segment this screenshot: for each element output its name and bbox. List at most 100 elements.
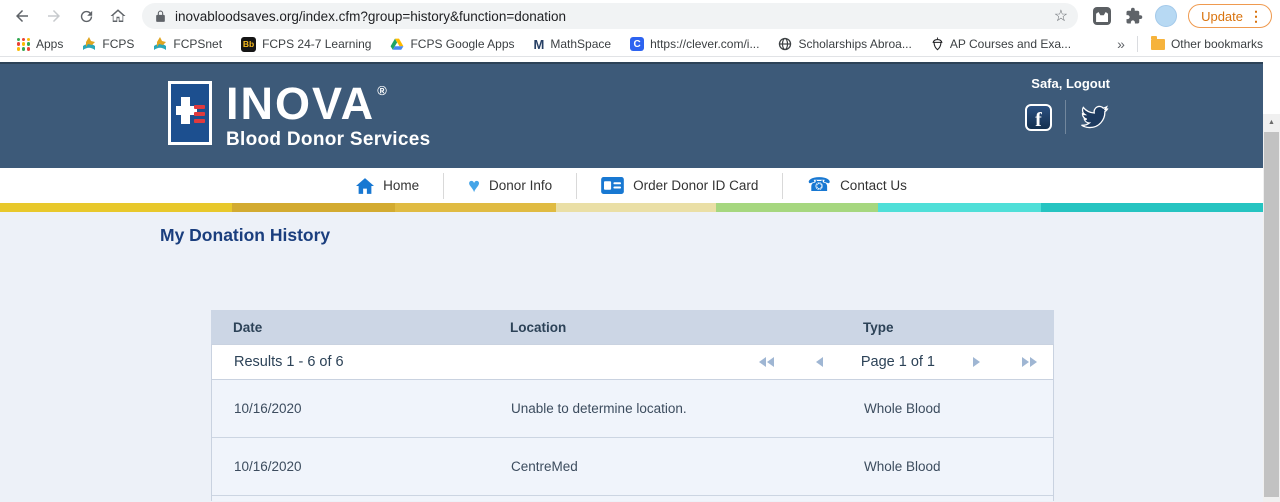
- stripe-segment: [555, 203, 717, 212]
- table-header-row: Date Location Type: [211, 310, 1054, 344]
- puzzle-icon: [1126, 7, 1143, 24]
- inova-logo-mark: [168, 81, 212, 145]
- fcps-icon: [83, 37, 96, 50]
- bookmark-mathspace[interactable]: M MathSpace: [529, 37, 617, 52]
- browser-toolbar: inovabloodsaves.org/index.cfm?group=hist…: [0, 0, 1280, 32]
- stripe-segment: [716, 203, 879, 212]
- bookmarks-bar: Apps FCPS FCPSnet Bb FCPS 24-7 Learning …: [0, 32, 1280, 57]
- home-icon: [110, 9, 126, 22]
- folder-icon: [1150, 35, 1165, 50]
- forward-button[interactable]: [40, 2, 68, 30]
- table-row: 10/16/2020 CentreMed Whole Blood: [212, 438, 1053, 496]
- page-viewport: INOVA ® Blood Donor Services Safa, Logou…: [0, 57, 1280, 502]
- clever-icon: C: [630, 37, 645, 51]
- stripe-segment: [231, 203, 395, 212]
- stripe-segment: [394, 203, 556, 212]
- first-page-button[interactable]: [755, 353, 778, 371]
- mathspace-icon: M: [533, 36, 545, 52]
- profile-button[interactable]: [1152, 2, 1180, 30]
- page-title: My Donation History: [160, 225, 331, 245]
- browser-menu-icon[interactable]: ⋮: [1249, 8, 1263, 25]
- page-indicator: Page 1 of 1: [860, 354, 935, 370]
- reload-button[interactable]: [72, 2, 100, 30]
- social-divider: [1065, 100, 1066, 134]
- extensions-button[interactable]: [1120, 2, 1148, 30]
- bookmark-google-apps[interactable]: FCPS Google Apps: [385, 37, 519, 51]
- cat-extension-icon: [1093, 7, 1112, 25]
- results-count: Results 1 - 6 of 6: [234, 354, 344, 370]
- column-header-location: Location: [510, 319, 567, 335]
- site-nav: Home ♥ Donor Info Order Donor ID Card ☎ …: [0, 168, 1263, 203]
- facebook-icon[interactable]: f: [1025, 103, 1052, 131]
- page-content: My Donation History Date Location Type R…: [0, 212, 1263, 502]
- cell-date: 10/16/2020: [234, 459, 302, 474]
- home-button[interactable]: [104, 2, 132, 30]
- phone-icon: ☎: [807, 175, 832, 196]
- accent-stripe: [0, 203, 1263, 212]
- cell-location: CentreMed: [511, 459, 578, 474]
- bookmark-ap-courses[interactable]: AP Courses and Exa...: [926, 37, 1076, 51]
- apps-grid-icon: [17, 37, 30, 51]
- bookmark-fcps-247[interactable]: Bb FCPS 24-7 Learning: [236, 36, 376, 52]
- heart-icon: ♥: [468, 174, 481, 197]
- update-label: Update: [1201, 8, 1243, 24]
- cell-date: 10/16/2020: [234, 401, 302, 416]
- site-header: INOVA ® Blood Donor Services Safa, Logou…: [0, 62, 1263, 168]
- cell-type: Whole Blood: [864, 401, 941, 416]
- stripe-segment: [0, 203, 232, 212]
- nav-donor-info[interactable]: ♥ Donor Info: [443, 172, 576, 199]
- pagination-row: Results 1 - 6 of 6 Page 1 of 1: [211, 344, 1054, 380]
- previous-page-button[interactable]: [812, 353, 827, 371]
- cell-location: Unable to determine location.: [511, 401, 687, 416]
- bookmark-clever[interactable]: C https://clever.com/i...: [625, 37, 764, 51]
- stripe-segment: [1040, 203, 1263, 212]
- cell-type: Whole Blood: [864, 459, 941, 474]
- table-body: 10/16/2020 Unable to determine location.…: [211, 380, 1054, 501]
- column-header-date: Date: [233, 319, 263, 335]
- bookmarks-overflow-button[interactable]: »: [1113, 36, 1129, 52]
- other-bookmarks-button[interactable]: Other bookmarks: [1146, 35, 1268, 51]
- bookmark-fcps[interactable]: FCPS: [77, 37, 139, 51]
- column-header-type: Type: [863, 319, 894, 335]
- inova-logo[interactable]: INOVA ® Blood Donor Services: [168, 81, 431, 151]
- bookmarks-divider: [1136, 36, 1138, 52]
- fcps-icon: [154, 37, 167, 50]
- next-page-button[interactable]: [969, 353, 984, 371]
- logo-registered-mark: ®: [377, 83, 389, 98]
- bookmark-scholarships[interactable]: Scholarships Abroa...: [773, 37, 916, 51]
- forward-icon: [48, 10, 60, 22]
- url-text: inovabloodsaves.org/index.cfm?group=hist…: [175, 8, 567, 24]
- user-logout-link[interactable]: Safa, Logout: [1031, 76, 1110, 91]
- home-nav-icon: [356, 177, 375, 194]
- logo-title: INOVA: [226, 78, 376, 129]
- logo-subtitle: Blood Donor Services: [226, 129, 431, 150]
- nav-contact-us[interactable]: ☎ Contact Us: [782, 172, 930, 199]
- blackboard-icon: Bb: [241, 36, 257, 52]
- lock-icon: [156, 10, 165, 22]
- bookmark-apps[interactable]: Apps: [12, 37, 68, 51]
- globe-icon: [779, 37, 792, 51]
- donation-history-table: Date Location Type Results 1 - 6 of 6 Pa…: [211, 310, 1054, 501]
- bookmark-fcpsnet[interactable]: FCPSnet: [148, 37, 227, 51]
- bookmark-star-icon[interactable]: ☆: [1054, 6, 1068, 26]
- address-bar[interactable]: inovabloodsaves.org/index.cfm?group=hist…: [142, 3, 1079, 29]
- nav-home[interactable]: Home: [332, 173, 443, 199]
- update-button[interactable]: Update ⋮: [1188, 4, 1272, 28]
- back-button[interactable]: [8, 2, 36, 30]
- acorn-icon: [932, 37, 943, 51]
- reload-icon: [80, 10, 92, 22]
- scrollbar-thumb[interactable]: [1264, 132, 1279, 497]
- twitter-icon[interactable]: [1079, 104, 1110, 130]
- id-card-icon: [601, 177, 624, 194]
- page-scrollbar[interactable]: ▲: [1263, 114, 1280, 502]
- table-row-partial: [212, 496, 1053, 501]
- drive-icon: [391, 38, 404, 50]
- nav-order-donor-id-card[interactable]: Order Donor ID Card: [576, 172, 782, 199]
- last-page-button[interactable]: [1018, 353, 1041, 371]
- table-row: 10/16/2020 Unable to determine location.…: [212, 380, 1053, 438]
- stripe-segment: [878, 203, 1041, 212]
- scrollbar-up-button[interactable]: ▲: [1263, 114, 1280, 130]
- avatar: [1155, 5, 1178, 27]
- extension-cat-button[interactable]: [1088, 2, 1116, 30]
- back-icon: [16, 10, 28, 22]
